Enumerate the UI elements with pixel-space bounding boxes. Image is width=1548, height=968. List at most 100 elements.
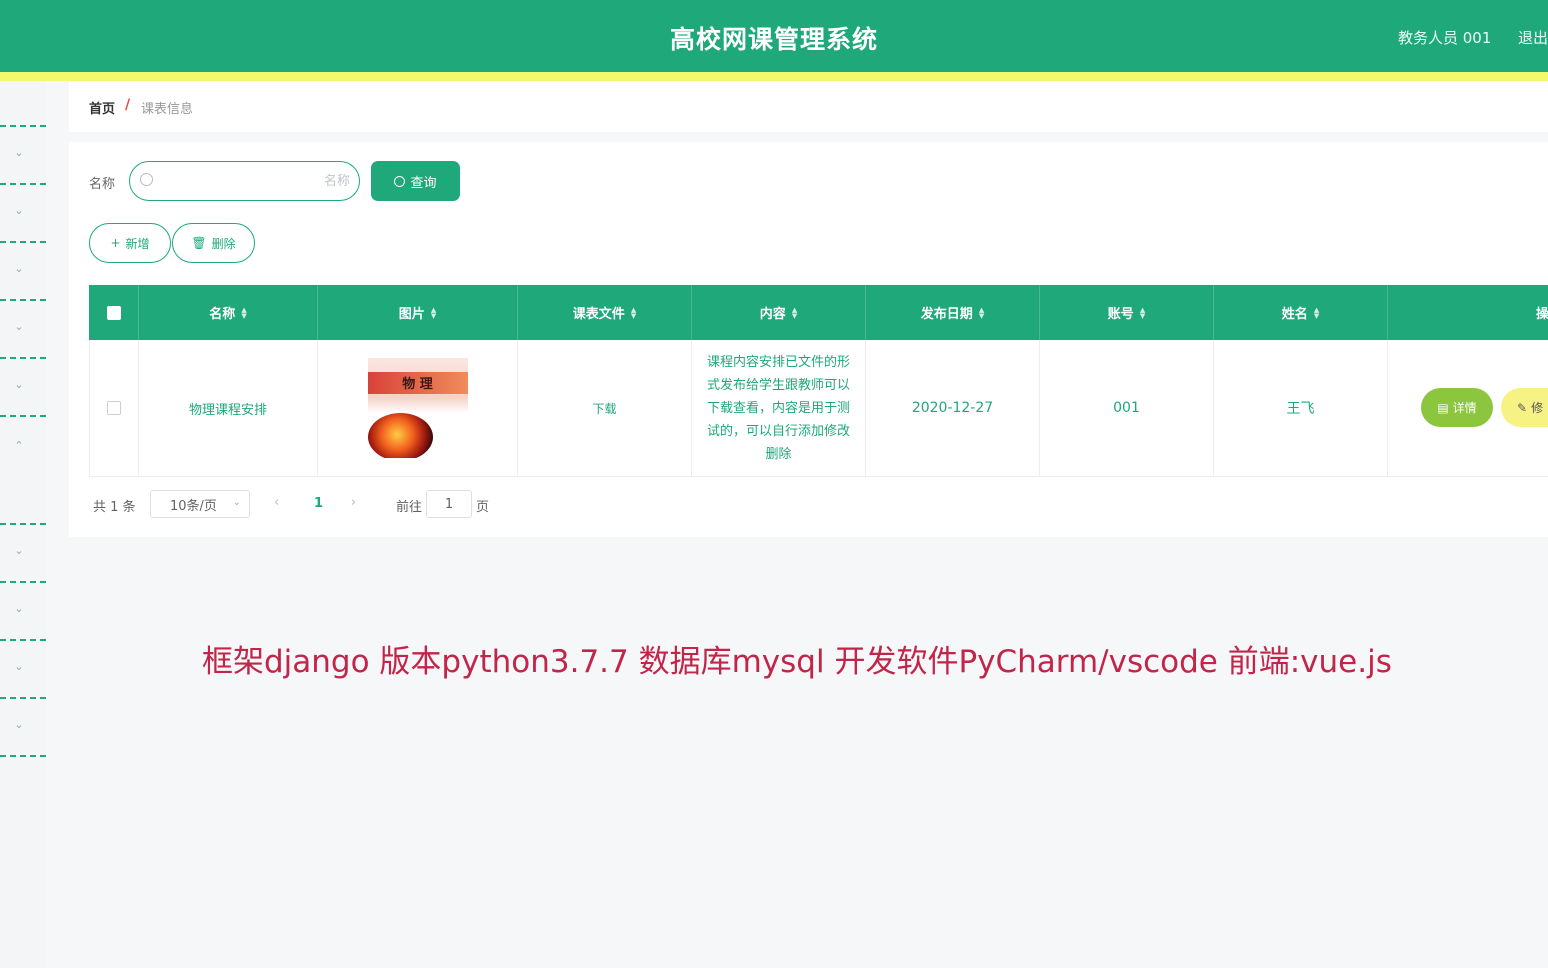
cell-file: 下载 — [518, 340, 692, 476]
column-header-account[interactable]: 账号 ▲ ▼ — [1040, 285, 1214, 340]
sidebar: ⌄ ⌄ ⌄ ⌄ ⌄ ⌃ ⌄ ⌄ ⌄ ⌄ — [0, 81, 46, 968]
sort-icon[interactable]: ▲ ▼ — [431, 306, 436, 319]
page-number[interactable]: 1 — [314, 496, 323, 511]
column-header-label: 发布日期 — [920, 307, 973, 322]
delete-button[interactable]: 🗑 删除 — [172, 223, 255, 263]
column-header-label: 姓名 — [1281, 307, 1308, 322]
search-input[interactable] — [160, 170, 350, 192]
header-accent-strip — [0, 72, 1548, 81]
column-header-label: 课表文件 — [572, 307, 625, 322]
cell-date: 2020-12-27 — [866, 340, 1040, 476]
row-select-cell — [90, 340, 139, 476]
search-icon — [394, 175, 406, 187]
cover-sun-graphic — [367, 413, 433, 458]
add-button[interactable]: + 新增 — [89, 223, 171, 263]
select-all-cell — [89, 285, 139, 340]
course-cover-image[interactable]: 物 理 — [367, 358, 468, 458]
page-size-select[interactable]: 10条/页 ⌄ — [150, 490, 250, 518]
sidebar-divider — [0, 639, 46, 641]
delete-button-label: 删除 — [211, 236, 236, 251]
document-icon: ▤ — [1437, 400, 1449, 415]
column-header-label: 操作 — [1535, 307, 1548, 322]
query-button-label: 查询 — [410, 175, 437, 191]
sidebar-divider — [0, 299, 46, 301]
goto-label: 前往 — [396, 500, 423, 515]
sidebar-divider — [0, 415, 46, 417]
app-title: 高校网课管理系统 — [669, 25, 878, 54]
plus-icon: + — [110, 236, 121, 250]
sort-icon[interactable]: ▲ ▼ — [241, 306, 246, 319]
column-header-label: 内容 — [759, 307, 786, 322]
table-row: 物理课程安排 物 理 下载 课程内容安排已文件的形式发布给学生跟教师可以下载查看… — [89, 340, 1548, 477]
cell-content: 课程内容安排已文件的形式发布给学生跟教师可以下载查看，内容是用于测试的，可以自行… — [692, 340, 866, 476]
sidebar-divider — [0, 241, 46, 243]
cell-account: 001 — [1040, 340, 1214, 476]
detail-button-label: 详情 — [1452, 401, 1477, 415]
logout-link[interactable]: 退出 — [1518, 27, 1548, 48]
sort-icon[interactable]: ▲ ▼ — [631, 306, 636, 319]
cell-image: 物 理 — [318, 340, 518, 476]
column-header-person[interactable]: 姓名 ▲ ▼ — [1214, 285, 1388, 340]
chevron-down-icon[interactable]: ⌄ — [14, 661, 24, 672]
chevron-down-icon[interactable]: ⌄ — [14, 205, 24, 216]
column-header-name[interactable]: 名称 ▲ ▼ — [139, 285, 318, 340]
column-header-label: 账号 — [1107, 307, 1134, 322]
cell-person: 王飞 — [1214, 340, 1388, 476]
row-checkbox[interactable] — [107, 401, 121, 415]
sidebar-divider — [0, 697, 46, 699]
chevron-down-icon[interactable]: ⌄ — [14, 719, 24, 730]
trash-icon: 🗑 — [191, 236, 207, 250]
chevron-down-icon[interactable]: ⌄ — [14, 603, 24, 614]
page-suffix: 页 — [476, 500, 490, 515]
chevron-down-icon[interactable]: ⌄ — [14, 147, 24, 158]
query-button[interactable]: 查询 — [371, 161, 460, 201]
chevron-down-icon[interactable]: ⌄ — [14, 321, 24, 332]
edit-button[interactable]: ✎ 修 — [1501, 388, 1548, 427]
breadcrumb-home[interactable]: 首页 — [89, 98, 115, 117]
sort-icon[interactable]: ▲ ▼ — [792, 306, 797, 319]
sidebar-divider — [0, 581, 46, 583]
sidebar-divider — [0, 125, 46, 127]
chevron-down-icon: ⌄ — [232, 497, 241, 508]
next-page-button[interactable]: › — [351, 495, 356, 510]
column-header-date[interactable]: 发布日期 ▲ ▼ — [866, 285, 1040, 340]
chevron-down-icon[interactable]: ⌄ — [14, 379, 24, 390]
column-header-label: 图片 — [398, 307, 425, 322]
pencil-icon: ✎ — [1517, 400, 1528, 415]
sidebar-divider — [0, 357, 46, 359]
breadcrumb: 首页 / 课表信息 — [69, 81, 1548, 132]
data-table: 名称 ▲ ▼ 图片 ▲ ▼ 课表文件 ▲ ▼ 内容 ▲ ▼ 发布日期 ▲ ▼ 账号 ▲ ▼ — [89, 285, 1548, 477]
detail-button[interactable]: ▤ 详情 — [1421, 388, 1493, 427]
content-text: 课程内容安排已文件的形式发布给学生跟教师可以下载查看，内容是用于测试的，可以自行… — [706, 354, 850, 462]
sort-icon[interactable]: ▲ ▼ — [979, 306, 984, 319]
search-label: 名称 — [89, 177, 116, 192]
download-link[interactable]: 下载 — [592, 400, 616, 417]
sort-icon[interactable]: ▲ ▼ — [1314, 306, 1319, 319]
chevron-down-icon[interactable]: ⌄ — [14, 545, 24, 556]
select-all-checkbox[interactable] — [106, 305, 121, 320]
column-header-image[interactable]: 图片 ▲ ▼ — [318, 285, 518, 340]
sidebar-divider — [0, 755, 46, 757]
cell-name: 物理课程安排 — [139, 340, 318, 476]
main-panel: 名称 查询 + 新增 🗑 删除 名称 ▲▼ 图片 ▲▼ 课 — [69, 142, 1548, 537]
goto-page-input[interactable] — [426, 490, 472, 518]
column-header-file[interactable]: 课表文件 ▲ ▼ — [518, 285, 692, 340]
chevron-down-icon[interactable]: ⌄ — [14, 263, 24, 274]
breadcrumb-separator: / — [125, 97, 131, 113]
page-size-value: 10条/页 — [170, 498, 217, 514]
overlay-caption: 框架django 版本python3.7.7 数据库mysql 开发软件PyCh… — [202, 644, 1392, 680]
search-field[interactable] — [129, 161, 360, 201]
add-button-label: 新增 — [125, 236, 150, 251]
column-header-content[interactable]: 内容 ▲ ▼ — [692, 285, 866, 340]
prev-page-button[interactable]: ‹ — [274, 495, 279, 510]
column-header-label: 名称 — [209, 307, 236, 322]
column-header-actions: 操作 — [1388, 285, 1548, 340]
current-user[interactable]: 教务人员 001 — [1398, 27, 1491, 48]
sort-icon[interactable]: ▲ ▼ — [1140, 306, 1145, 319]
cover-title: 物 理 — [402, 377, 433, 392]
edit-button-label: 修 — [1531, 401, 1544, 415]
chevron-up-icon[interactable]: ⌃ — [14, 440, 24, 451]
table-header: 名称 ▲ ▼ 图片 ▲ ▼ 课表文件 ▲ ▼ 内容 ▲ ▼ 发布日期 ▲ ▼ 账号 ▲ ▼ — [89, 285, 1548, 340]
pagination: 共 1 条 10条/页 ⌄ ‹ 1 › 前往 页 — [93, 490, 513, 518]
pagination-total: 共 1 条 — [93, 500, 136, 515]
